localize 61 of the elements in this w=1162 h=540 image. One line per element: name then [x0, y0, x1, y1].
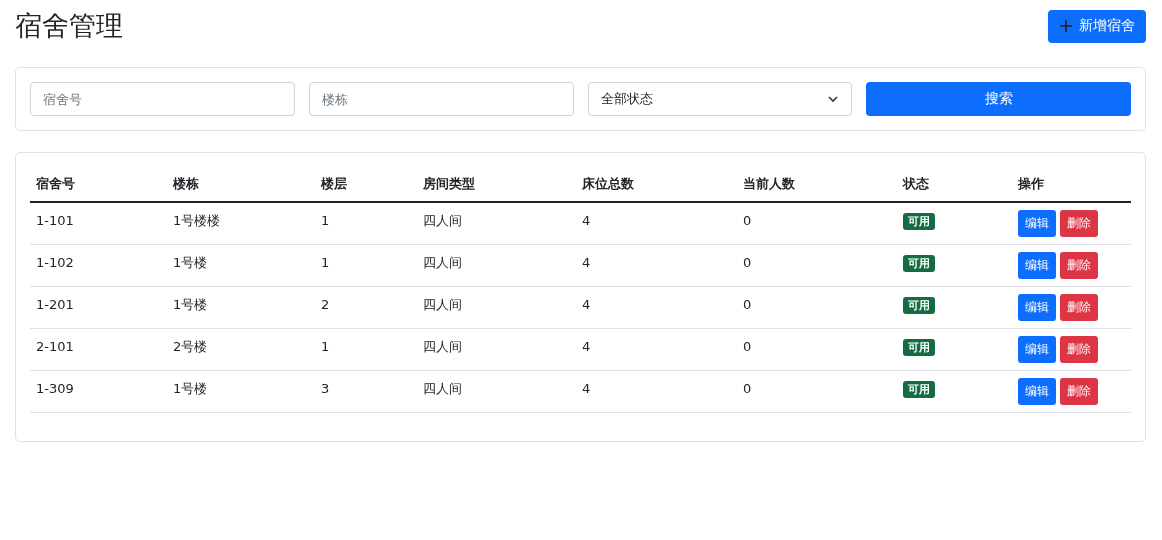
table-cell: 2号楼 — [173, 338, 208, 354]
building-field[interactable]: 楼栋 — [308, 82, 574, 116]
column-header: 房间类型 — [423, 176, 475, 191]
table-cell: 1-201 — [36, 297, 74, 312]
table-cell: 四人间 — [423, 380, 462, 396]
table-cell: 3 — [321, 381, 330, 396]
page-title: 宿舍管理 — [15, 9, 123, 43]
table-cell: 0 — [743, 213, 752, 228]
table-cell: 0 — [743, 381, 752, 396]
edit-button[interactable]: 编辑 — [1018, 210, 1056, 237]
status-badge: 可用 — [903, 296, 935, 314]
table-cell: 4 — [582, 297, 591, 312]
delete-button[interactable]: 删除 — [1060, 336, 1098, 363]
status-badge: 可用 — [903, 212, 935, 230]
edit-button[interactable]: 编辑 — [1018, 378, 1056, 405]
status-select[interactable]: 全部状态 — [587, 82, 853, 116]
delete-button[interactable]: 删除 — [1060, 378, 1098, 405]
table-cell: 1号楼 — [173, 380, 208, 396]
add-dorm-button[interactable]: 新增宿舍 — [1048, 9, 1146, 43]
edit-button[interactable]: 编辑 — [1018, 336, 1056, 363]
column-header: 床位总数 — [582, 176, 634, 191]
delete-button[interactable]: 删除 — [1060, 294, 1098, 321]
table-cell: 四人间 — [423, 254, 462, 270]
status-badge: 可用 — [903, 380, 935, 398]
edit-button[interactable]: 编辑 — [1018, 252, 1056, 279]
table-cell: 1-101 — [36, 213, 74, 228]
search-button[interactable]: 搜索 — [866, 82, 1131, 116]
table-cell: 4 — [582, 339, 591, 354]
status-badge: 可用 — [903, 254, 935, 272]
table-cell: 四人间 — [423, 212, 462, 228]
room-number-field[interactable]: 宿舍号 — [30, 82, 295, 116]
column-header: 宿舍号 — [36, 176, 75, 191]
table-cell: 1-309 — [36, 381, 74, 396]
table-cell: 0 — [743, 297, 752, 312]
table-cell: 1号楼 — [173, 254, 208, 270]
delete-button[interactable]: 删除 — [1060, 252, 1098, 279]
table-cell: 四人间 — [423, 296, 462, 312]
chevron-down-icon — [827, 93, 840, 105]
table-cell: 4 — [582, 255, 591, 270]
table-cell: 0 — [743, 255, 752, 270]
table-cell: 1-102 — [36, 255, 74, 270]
table-cell: 四人间 — [423, 338, 462, 354]
table-cell: 2-101 — [36, 339, 74, 354]
table-cell: 1号楼楼 — [173, 212, 221, 228]
plus-icon — [1059, 19, 1073, 33]
delete-button[interactable]: 删除 — [1060, 210, 1098, 237]
table-cell: 4 — [582, 213, 591, 228]
column-header: 楼层 — [321, 176, 347, 191]
status-badge: 可用 — [903, 338, 935, 356]
table-cell: 4 — [582, 381, 591, 396]
column-header: 楼栋 — [173, 176, 199, 191]
table-cell: 1 — [321, 213, 330, 228]
table-cell: 1 — [321, 339, 330, 354]
table-cell: 2 — [321, 297, 330, 312]
table-cell: 1 — [321, 255, 330, 270]
column-header: 操作 — [1018, 176, 1044, 191]
column-header: 状态 — [903, 176, 929, 191]
table-cell: 1号楼 — [173, 296, 208, 312]
table-cell: 0 — [743, 339, 752, 354]
edit-button[interactable]: 编辑 — [1018, 294, 1056, 321]
column-header: 当前人数 — [743, 176, 795, 191]
